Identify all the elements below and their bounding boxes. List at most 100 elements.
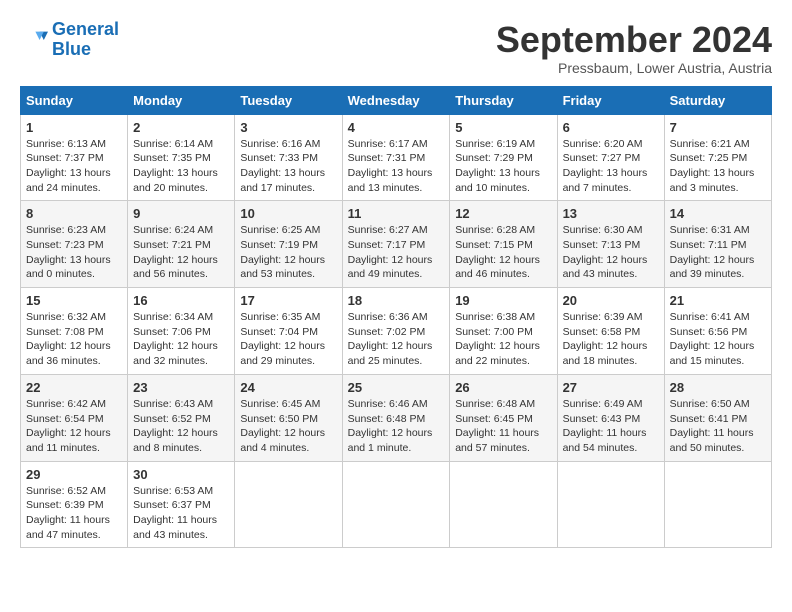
day-detail: Sunrise: 6:28 AM Sunset: 7:15 PM Dayligh… [455, 223, 551, 282]
day-number: 3 [240, 120, 336, 135]
calendar-cell: 22 Sunrise: 6:42 AM Sunset: 6:54 PM Dayli… [21, 374, 128, 461]
calendar-cell: 16 Sunrise: 6:34 AM Sunset: 7:06 PM Dayli… [128, 288, 235, 375]
day-detail: Sunrise: 6:53 AM Sunset: 6:37 PM Dayligh… [133, 484, 229, 543]
month-title: September 2024 [496, 20, 772, 60]
calendar-cell: 14 Sunrise: 6:31 AM Sunset: 7:11 PM Dayli… [664, 201, 771, 288]
day-number: 6 [563, 120, 659, 135]
day-detail: Sunrise: 6:21 AM Sunset: 7:25 PM Dayligh… [670, 137, 766, 196]
calendar-week-row: 15 Sunrise: 6:32 AM Sunset: 7:08 PM Dayli… [21, 288, 772, 375]
day-detail: Sunrise: 6:38 AM Sunset: 7:00 PM Dayligh… [455, 310, 551, 369]
day-number: 30 [133, 467, 229, 482]
calendar-cell: 13 Sunrise: 6:30 AM Sunset: 7:13 PM Dayli… [557, 201, 664, 288]
location-subtitle: Pressbaum, Lower Austria, Austria [496, 60, 772, 76]
day-detail: Sunrise: 6:35 AM Sunset: 7:04 PM Dayligh… [240, 310, 336, 369]
day-number: 17 [240, 293, 336, 308]
logo-line2: Blue [52, 39, 91, 59]
day-detail: Sunrise: 6:16 AM Sunset: 7:33 PM Dayligh… [240, 137, 336, 196]
day-detail: Sunrise: 6:31 AM Sunset: 7:11 PM Dayligh… [670, 223, 766, 282]
day-number: 5 [455, 120, 551, 135]
day-detail: Sunrise: 6:25 AM Sunset: 7:19 PM Dayligh… [240, 223, 336, 282]
day-detail: Sunrise: 6:17 AM Sunset: 7:31 PM Dayligh… [348, 137, 445, 196]
day-detail: Sunrise: 6:48 AM Sunset: 6:45 PM Dayligh… [455, 397, 551, 456]
day-number: 10 [240, 206, 336, 221]
weekday-header-row: SundayMondayTuesdayWednesdayThursdayFrid… [21, 86, 772, 114]
day-number: 22 [26, 380, 122, 395]
calendar-table: SundayMondayTuesdayWednesdayThursdayFrid… [20, 86, 772, 549]
calendar-cell: 12 Sunrise: 6:28 AM Sunset: 7:15 PM Dayli… [450, 201, 557, 288]
calendar-week-row: 8 Sunrise: 6:23 AM Sunset: 7:23 PM Daylig… [21, 201, 772, 288]
day-detail: Sunrise: 6:14 AM Sunset: 7:35 PM Dayligh… [133, 137, 229, 196]
day-number: 4 [348, 120, 445, 135]
logo-line1: General [52, 19, 119, 39]
day-number: 19 [455, 293, 551, 308]
title-block: September 2024 Pressbaum, Lower Austria,… [496, 20, 772, 76]
calendar-cell: 11 Sunrise: 6:27 AM Sunset: 7:17 PM Dayli… [342, 201, 450, 288]
header: General Blue September 2024 Pressbaum, L… [20, 20, 772, 76]
calendar-cell: 9Sunrise: 6:24 AM Sunset: 7:21 PM Daylig… [128, 201, 235, 288]
day-detail: Sunrise: 6:24 AM Sunset: 7:21 PM Dayligh… [133, 223, 229, 282]
day-number: 15 [26, 293, 122, 308]
calendar-cell: 24 Sunrise: 6:45 AM Sunset: 6:50 PM Dayli… [235, 374, 342, 461]
day-detail: Sunrise: 6:46 AM Sunset: 6:48 PM Dayligh… [348, 397, 445, 456]
day-detail: Sunrise: 6:27 AM Sunset: 7:17 PM Dayligh… [348, 223, 445, 282]
calendar-cell: 19 Sunrise: 6:38 AM Sunset: 7:00 PM Dayli… [450, 288, 557, 375]
day-detail: Sunrise: 6:36 AM Sunset: 7:02 PM Dayligh… [348, 310, 445, 369]
day-number: 21 [670, 293, 766, 308]
day-number: 24 [240, 380, 336, 395]
calendar-cell: 6Sunrise: 6:20 AM Sunset: 7:27 PM Daylig… [557, 114, 664, 201]
calendar-cell: 17 Sunrise: 6:35 AM Sunset: 7:04 PM Dayli… [235, 288, 342, 375]
calendar-cell [557, 461, 664, 548]
day-detail: Sunrise: 6:32 AM Sunset: 7:08 PM Dayligh… [26, 310, 122, 369]
calendar-cell: 2Sunrise: 6:14 AM Sunset: 7:35 PM Daylig… [128, 114, 235, 201]
calendar-cell: 21 Sunrise: 6:41 AM Sunset: 6:56 PM Dayli… [664, 288, 771, 375]
calendar-cell: 23Sunrise: 6:43 AM Sunset: 6:52 PM Dayli… [128, 374, 235, 461]
day-detail: Sunrise: 6:30 AM Sunset: 7:13 PM Dayligh… [563, 223, 659, 282]
calendar-cell: 20 Sunrise: 6:39 AM Sunset: 6:58 PM Dayli… [557, 288, 664, 375]
logo-text: General Blue [52, 20, 119, 60]
day-number: 12 [455, 206, 551, 221]
day-number: 25 [348, 380, 445, 395]
day-detail: Sunrise: 6:13 AM Sunset: 7:37 PM Dayligh… [26, 137, 122, 196]
day-number: 1 [26, 120, 122, 135]
calendar-cell [664, 461, 771, 548]
calendar-cell: 26 Sunrise: 6:48 AM Sunset: 6:45 PM Dayli… [450, 374, 557, 461]
day-number: 28 [670, 380, 766, 395]
day-detail: Sunrise: 6:43 AM Sunset: 6:52 PM Dayligh… [133, 397, 229, 456]
weekday-header-monday: Monday [128, 86, 235, 114]
day-number: 26 [455, 380, 551, 395]
calendar-cell [342, 461, 450, 548]
day-number: 14 [670, 206, 766, 221]
day-detail: Sunrise: 6:52 AM Sunset: 6:39 PM Dayligh… [26, 484, 122, 543]
calendar-cell: 28Sunrise: 6:50 AM Sunset: 6:41 PM Dayli… [664, 374, 771, 461]
calendar-cell: 3 Sunrise: 6:16 AM Sunset: 7:33 PM Daylig… [235, 114, 342, 201]
calendar-cell: 8 Sunrise: 6:23 AM Sunset: 7:23 PM Daylig… [21, 201, 128, 288]
logo-icon [20, 26, 48, 54]
day-number: 8 [26, 206, 122, 221]
calendar-cell: 1 Sunrise: 6:13 AM Sunset: 7:37 PM Daylig… [21, 114, 128, 201]
calendar-cell: 7 Sunrise: 6:21 AM Sunset: 7:25 PM Daylig… [664, 114, 771, 201]
weekday-header-sunday: Sunday [21, 86, 128, 114]
day-number: 20 [563, 293, 659, 308]
day-detail: Sunrise: 6:39 AM Sunset: 6:58 PM Dayligh… [563, 310, 659, 369]
weekday-header-wednesday: Wednesday [342, 86, 450, 114]
day-number: 7 [670, 120, 766, 135]
calendar-cell: 29Sunrise: 6:52 AM Sunset: 6:39 PM Dayli… [21, 461, 128, 548]
calendar-cell: 15 Sunrise: 6:32 AM Sunset: 7:08 PM Dayli… [21, 288, 128, 375]
day-number: 11 [348, 206, 445, 221]
calendar-cell: 30 Sunrise: 6:53 AM Sunset: 6:37 PM Dayli… [128, 461, 235, 548]
day-number: 13 [563, 206, 659, 221]
logo: General Blue [20, 20, 119, 60]
weekday-header-thursday: Thursday [450, 86, 557, 114]
calendar-cell [235, 461, 342, 548]
weekday-header-tuesday: Tuesday [235, 86, 342, 114]
day-detail: Sunrise: 6:42 AM Sunset: 6:54 PM Dayligh… [26, 397, 122, 456]
calendar-cell: 27Sunrise: 6:49 AM Sunset: 6:43 PM Dayli… [557, 374, 664, 461]
day-detail: Sunrise: 6:23 AM Sunset: 7:23 PM Dayligh… [26, 223, 122, 282]
day-detail: Sunrise: 6:49 AM Sunset: 6:43 PM Dayligh… [563, 397, 659, 456]
calendar-cell: 5Sunrise: 6:19 AM Sunset: 7:29 PM Daylig… [450, 114, 557, 201]
day-detail: Sunrise: 6:41 AM Sunset: 6:56 PM Dayligh… [670, 310, 766, 369]
day-number: 16 [133, 293, 229, 308]
day-detail: Sunrise: 6:34 AM Sunset: 7:06 PM Dayligh… [133, 310, 229, 369]
calendar-week-row: 1 Sunrise: 6:13 AM Sunset: 7:37 PM Daylig… [21, 114, 772, 201]
day-detail: Sunrise: 6:45 AM Sunset: 6:50 PM Dayligh… [240, 397, 336, 456]
